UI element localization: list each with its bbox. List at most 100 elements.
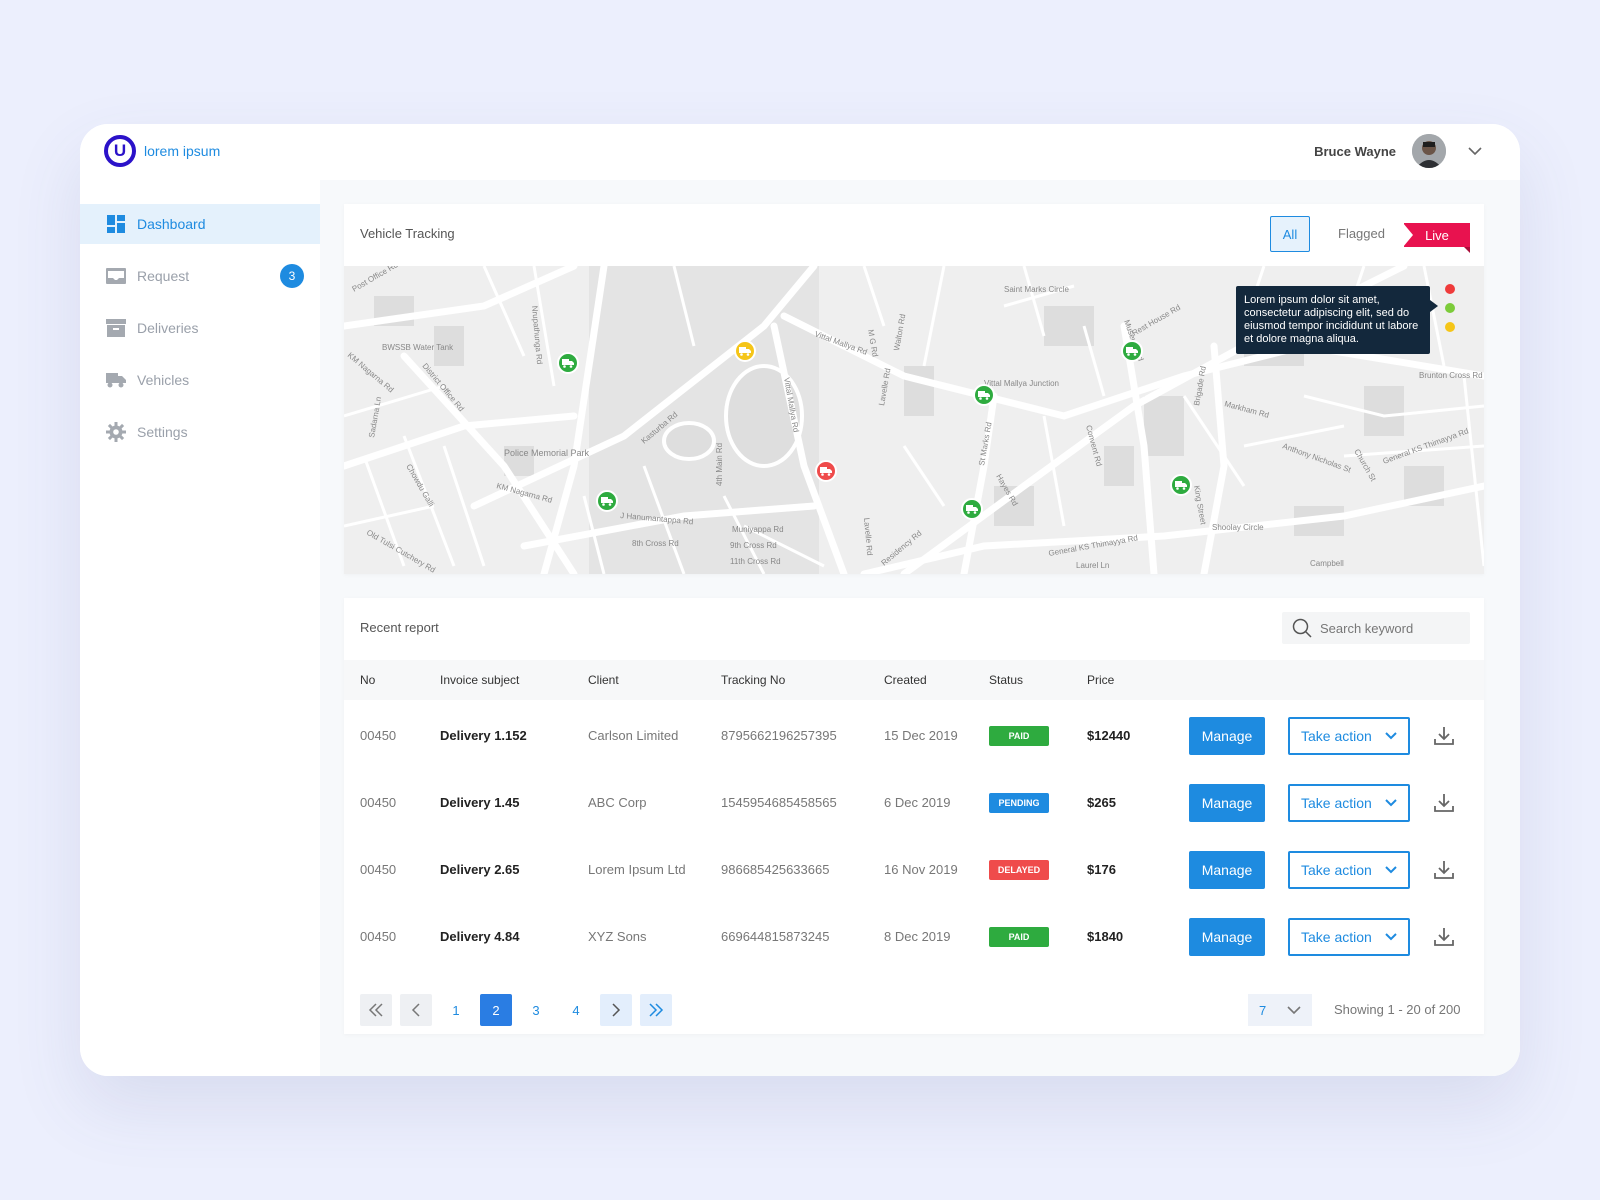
user-menu[interactable]: Bruce Wayne xyxy=(1314,134,1484,168)
column-header: Status xyxy=(989,673,1024,687)
vehicle-marker[interactable] xyxy=(734,340,756,362)
vehicle-marker[interactable] xyxy=(815,460,837,482)
map-label: Campbell xyxy=(1310,559,1344,568)
map-label: 9th Cross Rd xyxy=(730,541,777,550)
download-icon[interactable] xyxy=(1432,791,1456,815)
last-page-button[interactable] xyxy=(640,994,672,1026)
status-badge: PAID xyxy=(989,726,1049,746)
logo[interactable]: U lorem ipsum xyxy=(104,135,220,167)
vehicle-map[interactable]: Post Office Rd BWSSB Water Tank KM Nagar… xyxy=(344,266,1484,574)
page-button-current[interactable]: 2 xyxy=(480,994,512,1026)
card-title: Vehicle Tracking xyxy=(360,226,455,241)
vehicle-marker[interactable] xyxy=(596,490,618,512)
map-label: Laurel Ln xyxy=(1076,561,1109,570)
table-row: 00450 Delivery 2.65 Lorem Ipsum Ltd 9866… xyxy=(344,834,1484,901)
page-button[interactable]: 1 xyxy=(440,994,472,1026)
row-no: 00450 xyxy=(360,929,397,944)
vehicle-marker[interactable] xyxy=(973,384,995,406)
vehicle-marker[interactable] xyxy=(557,352,579,374)
column-header: Price xyxy=(1087,673,1115,687)
chevron-down-icon[interactable] xyxy=(1466,142,1484,160)
sidebar-item-settings[interactable]: Settings xyxy=(80,412,320,452)
map-label: Vittal Mallya Junction xyxy=(984,379,1059,388)
column-header: Tracking No xyxy=(721,673,786,687)
map-label: 8th Cross Rd xyxy=(632,539,679,548)
gear-icon xyxy=(106,422,126,442)
map-label: 4th Main Rd xyxy=(715,443,724,486)
page-button[interactable]: 4 xyxy=(560,994,592,1026)
row-created: 6 Dec 2019 xyxy=(884,795,951,810)
sidebar-item-label: Settings xyxy=(137,424,188,440)
archive-icon xyxy=(106,318,126,338)
row-client: XYZ Sons xyxy=(588,929,647,944)
row-tracking: 1545954685458565 xyxy=(721,795,837,810)
double-chevron-right-icon xyxy=(649,1003,664,1017)
double-chevron-left-icon xyxy=(368,1003,383,1017)
sidebar-item-vehicles[interactable]: Vehicles xyxy=(80,360,320,400)
download-icon[interactable] xyxy=(1432,858,1456,882)
vehicle-marker[interactable] xyxy=(1170,474,1192,496)
sidebar: Dashboard Request 3 Deliveries Vehicles … xyxy=(80,180,320,1076)
row-tracking: 986685425633665 xyxy=(721,862,830,877)
column-header: Invoice subject xyxy=(440,673,520,687)
table-row: 00450 Delivery 1.45 ABC Corp 15459546854… xyxy=(344,767,1484,834)
take-action-dropdown[interactable]: Take action xyxy=(1288,918,1410,956)
per-page-select[interactable]: 7 xyxy=(1248,994,1312,1026)
take-action-dropdown[interactable]: Take action xyxy=(1288,851,1410,889)
row-client: ABC Corp xyxy=(588,795,647,810)
manage-button[interactable]: Manage xyxy=(1189,784,1265,822)
sidebar-item-deliveries[interactable]: Deliveries xyxy=(80,308,320,348)
vehicle-tracking-card: Vehicle Tracking All Flagged Live Post O… xyxy=(344,204,1484,574)
manage-button[interactable]: Manage xyxy=(1189,717,1265,755)
search-icon xyxy=(1292,618,1312,638)
download-icon[interactable] xyxy=(1432,925,1456,949)
status-badge: PAID xyxy=(989,927,1049,947)
row-price: $176 xyxy=(1087,862,1116,877)
table-row: 00450 Delivery 1.152 Carlson Limited 879… xyxy=(344,700,1484,767)
take-action-label: Take action xyxy=(1301,929,1372,945)
take-action-dropdown[interactable]: Take action xyxy=(1288,784,1410,822)
pagination-summary: Showing 1 - 20 of 200 xyxy=(1334,1002,1461,1017)
recent-report-card: Recent report No Invoice subject Client … xyxy=(344,598,1484,1034)
sidebar-item-request[interactable]: Request 3 xyxy=(80,256,320,296)
prev-page-button[interactable] xyxy=(400,994,432,1026)
vehicle-marker[interactable] xyxy=(961,498,983,520)
page-button[interactable]: 3 xyxy=(520,994,552,1026)
map-tooltip: Lorem ipsum dolor sit amet, consectetur … xyxy=(1236,286,1438,354)
row-created: 15 Dec 2019 xyxy=(884,728,958,743)
take-action-label: Take action xyxy=(1301,862,1372,878)
live-ribbon: Live xyxy=(1403,223,1470,253)
next-page-button[interactable] xyxy=(600,994,632,1026)
column-header: Client xyxy=(588,673,619,687)
sidebar-item-label: Vehicles xyxy=(137,372,190,388)
map-label: BWSSB Water Tank xyxy=(382,343,454,352)
inbox-icon xyxy=(106,266,126,286)
vehicle-marker[interactable] xyxy=(1121,340,1143,362)
row-tracking: 669644815873245 xyxy=(721,929,830,944)
dashboard-icon xyxy=(106,214,126,234)
column-header: No xyxy=(360,673,376,687)
tab-flagged[interactable]: Flagged xyxy=(1338,226,1385,241)
per-page-value: 7 xyxy=(1259,1002,1267,1018)
sidebar-item-label: Deliveries xyxy=(137,320,199,336)
avatar[interactable] xyxy=(1412,134,1446,168)
manage-button[interactable]: Manage xyxy=(1189,918,1265,956)
chevron-down-icon xyxy=(1385,732,1397,740)
first-page-button[interactable] xyxy=(360,994,392,1026)
map-label: Police Memorial Park xyxy=(504,448,590,458)
manage-button[interactable]: Manage xyxy=(1189,851,1265,889)
search-input[interactable] xyxy=(1320,620,1460,636)
row-subject: Delivery 1.152 xyxy=(440,728,527,743)
row-client: Carlson Limited xyxy=(588,728,679,743)
app-window: U lorem ipsum Bruce Wayne Dashboard Requ… xyxy=(80,124,1520,1076)
row-no: 00450 xyxy=(360,728,397,743)
tab-all[interactable]: All xyxy=(1270,216,1310,252)
download-icon[interactable] xyxy=(1432,724,1456,748)
sidebar-item-dashboard[interactable]: Dashboard xyxy=(80,204,320,244)
search-box[interactable] xyxy=(1282,612,1470,644)
take-action-dropdown[interactable]: Take action xyxy=(1288,717,1410,755)
row-no: 00450 xyxy=(360,862,397,877)
chevron-down-icon xyxy=(1287,1006,1301,1015)
top-bar: U lorem ipsum Bruce Wayne xyxy=(80,124,1520,180)
logo-mark: U xyxy=(104,135,136,167)
